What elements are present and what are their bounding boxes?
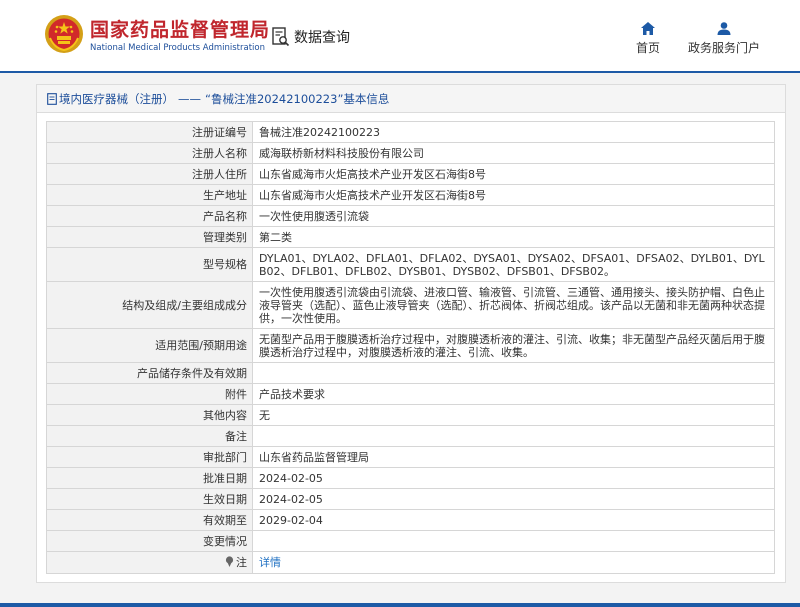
user-icon (717, 22, 731, 35)
field-label: 型号规格 (46, 247, 253, 282)
note-label: 注 (236, 556, 247, 569)
site-header: 国家药品监督管理局 National Medical Products Admi… (0, 0, 800, 72)
table-row: 产品储存条件及有效期 (46, 362, 775, 384)
agency-name-cn: 国家药品监督管理局 (90, 19, 271, 41)
detail-card: 境内医疗器械（注册） —— “鲁械注准20242100223”基本信息 注册证编… (36, 84, 786, 583)
table-row: 备注 (46, 425, 775, 447)
footer-divider (0, 603, 800, 607)
field-value: 鲁械注准20242100223 (252, 121, 775, 143)
field-label: 批准日期 (46, 467, 253, 489)
table-row: 注册人名称 威海联桥新材料科技股份有限公司 (46, 142, 775, 164)
nav-home-label: 首页 (635, 41, 660, 55)
table-row: 注册人住所 山东省威海市火炬高技术产业开发区石海街8号 (46, 163, 775, 185)
table-row: 型号规格 DYLA01、DYLA02、DFLA01、DFLA02、DYSA01、D… (46, 247, 775, 282)
field-value: 一次性使用腹透引流袋 (252, 205, 775, 227)
field-value: 产品技术要求 (252, 383, 775, 405)
agency-name-en: National Medical Products Administration (90, 43, 265, 53)
table-row: 管理类别 第二类 (46, 226, 775, 248)
details-link[interactable]: 详情 (259, 556, 281, 569)
field-value: 山东省药品监督管理局 (252, 446, 775, 468)
field-label: 产品储存条件及有效期 (46, 362, 253, 384)
table-row: 生产地址 山东省威海市火炬高技术产业开发区石海街8号 (46, 184, 775, 206)
field-value (252, 362, 775, 384)
breadcrumb-separator: —— (178, 91, 201, 106)
table-row: 其他内容无 (46, 404, 775, 426)
field-label: 附件 (46, 383, 253, 405)
field-value: 一次性使用腹透引流袋由引流袋、进液口管、输液管、引流管、三通管、通用接头、接头防… (252, 281, 775, 329)
home-icon (641, 22, 655, 35)
breadcrumb-title: “鲁械注准20242100223”基本信息 (205, 91, 390, 106)
field-value: 第二类 (252, 226, 775, 248)
table-row: 批准日期 2024-02-05 (46, 467, 775, 489)
field-value (252, 425, 775, 447)
table-row: 变更情况 (46, 530, 775, 552)
field-label: 注册人住所 (46, 163, 253, 185)
registration-detail-table: 注册证编号 鲁械注准20242100223 注册人名称 威海联桥新材料科技股份有限公司… (46, 121, 775, 574)
field-label: 适用范围/预期用途 (46, 328, 253, 363)
table-row: 附件 产品技术要求 (46, 383, 775, 405)
field-value: 2029-02-04 (252, 509, 775, 531)
table-row-note: 注详情 (46, 551, 775, 574)
breadcrumb-category[interactable]: 境内医疗器械（注册） (59, 91, 174, 107)
field-label: 有效期至 (46, 509, 253, 531)
note-value-cell: 详情 (252, 551, 775, 574)
document-icon (47, 92, 57, 105)
document-search-icon (272, 27, 290, 47)
field-value: 无 (252, 404, 775, 426)
field-label: 产品名称 (46, 205, 253, 227)
field-value: 2024-02-05 (252, 488, 775, 510)
field-value: 山东省威海市火炬高技术产业开发区石海街8号 (252, 163, 775, 185)
field-label: 其他内容 (46, 404, 253, 426)
field-label: 注册证编号 (46, 121, 253, 143)
table-row: 结构及组成/主要组成成分 一次性使用腹透引流袋由引流袋、进液口管、输液管、引流管、… (46, 281, 775, 329)
table-row: 注册证编号 鲁械注准20242100223 (46, 121, 775, 143)
table-row: 适用范围/预期用途 无菌型产品用于腹膜透析治疗过程中，对腹膜透析液的灌注、引流、收… (46, 328, 775, 363)
field-label: 备注 (46, 425, 253, 447)
field-value: DYLA01、DYLA02、DFLA01、DFLA02、DYSA01、DYSA0… (252, 247, 775, 282)
nav-service-portal[interactable]: 政务服务门户 (684, 22, 764, 56)
field-value: 无菌型产品用于腹膜透析治疗过程中，对腹膜透析液的灌注、引流、收集；非无菌型产品经… (252, 328, 775, 363)
field-label: 生产地址 (46, 184, 253, 206)
breadcrumb: 境内医疗器械（注册） —— “鲁械注准20242100223”基本信息 (37, 85, 785, 113)
field-label: 管理类别 (46, 226, 253, 248)
field-label: 审批部门 (46, 446, 253, 468)
table-row: 审批部门 山东省药品监督管理局 (46, 446, 775, 468)
data-query-link[interactable]: 数据查询 (272, 27, 350, 47)
field-label: 结构及组成/主要组成成分 (46, 281, 253, 329)
field-value (252, 530, 775, 552)
table-row: 产品名称 一次性使用腹透引流袋 (46, 205, 775, 227)
note-label-cell: 注 (46, 551, 253, 574)
field-value: 2024-02-05 (252, 467, 775, 489)
nav-home[interactable]: 首页 (632, 22, 664, 56)
field-label: 变更情况 (46, 530, 253, 552)
data-query-label: 数据查询 (294, 30, 350, 46)
field-label: 注册人名称 (46, 142, 253, 164)
table-row: 有效期至 2029-02-04 (46, 509, 775, 531)
table-row: 生效日期 2024-02-05 (46, 488, 775, 510)
pin-icon (225, 556, 234, 567)
field-value: 山东省威海市火炬高技术产业开发区石海街8号 (252, 184, 775, 206)
field-value: 威海联桥新材料科技股份有限公司 (252, 142, 775, 164)
field-label: 生效日期 (46, 488, 253, 510)
nav-service-label: 政务服务门户 (687, 41, 760, 55)
national-emblem-icon (45, 15, 83, 53)
